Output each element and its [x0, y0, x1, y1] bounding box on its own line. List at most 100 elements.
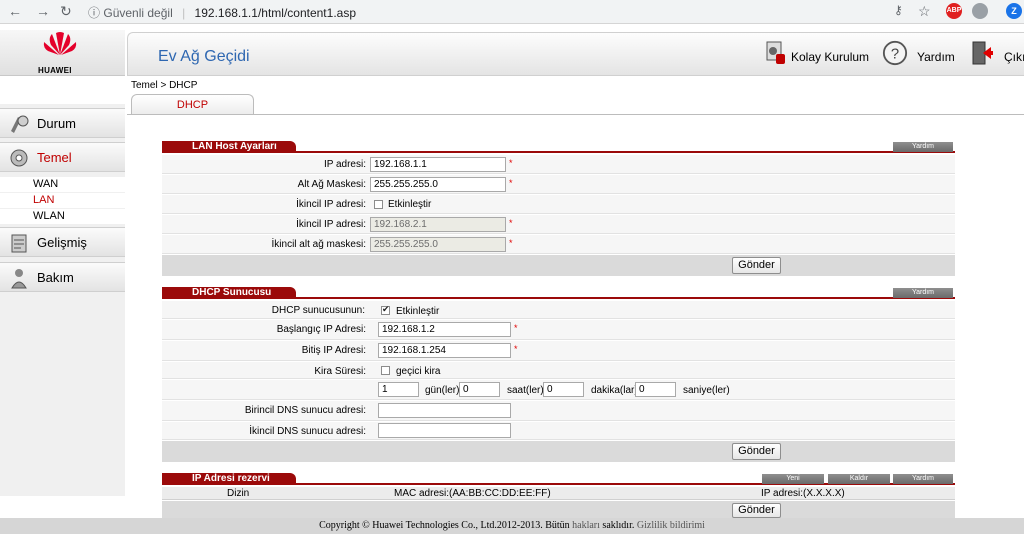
reload-icon[interactable]: ↻	[60, 3, 72, 20]
end-ip-label: Bitiş IP Adresi:	[301, 345, 366, 356]
star-icon[interactable]: ☆	[918, 3, 931, 20]
ip-reservation-section: IP Adresi rezervi Yeni Kaldır Yardım Diz…	[162, 473, 955, 518]
sidebar: Durum Temel WAN LAN WLAN Gelişmiş Bakım	[0, 104, 125, 496]
section-title: IP Adresi rezervi	[162, 473, 296, 485]
dhcp-enable-checkbox[interactable]	[381, 304, 390, 315]
ip-label: IP adresi:	[323, 159, 366, 170]
tab-dhcp[interactable]: DHCP	[131, 94, 254, 115]
sidebar-item-label: Durum	[37, 116, 77, 131]
ip-address-input[interactable]: 192.168.1.1	[370, 157, 506, 172]
sidebar-subitem-wan[interactable]: WAN	[33, 178, 58, 190]
easy-setup-link[interactable]: Kolay Kurulum	[791, 50, 869, 64]
secondary-ip-input[interactable]: 192.168.2.1	[370, 217, 506, 232]
logout-link[interactable]: Çıkış	[1004, 50, 1024, 64]
secondary-ip-checkbox[interactable]	[374, 200, 383, 209]
column-mac: MAC adresi:(AA:BB:CC:DD:EE:FF)	[394, 488, 551, 499]
section-title: LAN Host Ayarları	[162, 141, 296, 153]
sidebar-item-temel[interactable]: Temel	[0, 142, 125, 172]
privacy-link[interactable]: Gizlilik bildirimi	[637, 520, 705, 531]
secondary-mask-label: İkincil alt ağ maskesi:	[271, 239, 366, 250]
sidebar-item-bakim[interactable]: Bakım	[0, 262, 125, 292]
secondary-mask-input[interactable]: 255.255.255.0	[370, 237, 506, 252]
form-footer: Gönder	[162, 441, 955, 462]
sidebar-subitem-wlan[interactable]: WLAN	[33, 210, 65, 222]
secondary-ip-label: İkincil IP adresi:	[296, 199, 366, 210]
lease-minutes-input[interactable]: 0	[543, 382, 584, 397]
help-icon[interactable]: ?	[881, 40, 909, 66]
days-label: gün(ler)	[425, 385, 460, 396]
copyright-text: Copyright © Huawei Technologies Co., Ltd…	[319, 520, 570, 531]
end-ip-input[interactable]: 192.168.1.254	[378, 343, 511, 358]
status-icon	[11, 115, 29, 133]
new-button[interactable]: Yeni	[762, 474, 824, 484]
start-ip-input[interactable]: 192.168.1.2	[378, 322, 511, 337]
required-star: *	[509, 218, 513, 228]
dhcp-server-section: DHCP Sunucusu Yardım DHCP sunucusunun: E…	[162, 287, 955, 462]
logout-icon[interactable]	[971, 40, 993, 66]
table-header: Dizin MAC adresi:(AA:BB:CC:DD:EE:FF) IP …	[162, 487, 955, 500]
form-row: Birincil DNS sunucu adresi:	[162, 401, 955, 421]
seconds-label: saniye(ler)	[683, 385, 730, 396]
help-link[interactable]: Yardım	[917, 50, 955, 64]
dns1-label: Birincil DNS sunucu adresi:	[244, 405, 366, 416]
page-title: Ev Ağ Geçidi	[158, 48, 250, 65]
logo-text: HUAWEI	[38, 66, 72, 75]
form-row: İkincil alt ağ maskesi: 255.255.255.0 *	[162, 235, 955, 254]
form-row: 1 gün(ler) 0 saat(ler) 0 dakika(lar) 0 s…	[162, 380, 955, 400]
mask-label: Alt Ağ Maskesi:	[297, 179, 366, 190]
sidebar-item-gelismis[interactable]: Gelişmiş	[0, 227, 125, 257]
hours-label: saat(ler)	[507, 385, 544, 396]
info-icon[interactable]: ⓘ	[88, 6, 100, 20]
remove-button[interactable]: Kaldır	[828, 474, 890, 484]
svg-text:?: ?	[891, 47, 899, 63]
easy-setup-icon[interactable]	[764, 40, 786, 66]
form-row: İkincil IP adresi: Etkinleştir	[162, 195, 955, 214]
profile-avatar[interactable]: Z	[1006, 3, 1022, 19]
minutes-label: dakika(lar)	[591, 385, 638, 396]
reserve-help-button[interactable]: Yardım	[893, 474, 953, 484]
form-row: DHCP sunucusunun: Etkinleştir	[162, 301, 955, 319]
required-star: *	[514, 344, 518, 354]
rights-text: hakları	[572, 520, 600, 531]
sidebar-item-durum[interactable]: Durum	[0, 108, 125, 138]
lan-help-button[interactable]: Yardım	[893, 142, 953, 152]
primary-dns-input[interactable]	[378, 403, 511, 418]
subnet-mask-input[interactable]: 255.255.255.0	[370, 177, 506, 192]
key-icon[interactable]: ⚷	[894, 3, 903, 17]
adblock-icon[interactable]: ABP	[946, 3, 962, 19]
form-row: Bitiş IP Adresi: 192.168.1.254 *	[162, 341, 955, 361]
form-row: İkincil DNS sunucu adresi:	[162, 422, 955, 440]
huawei-logo-icon	[43, 32, 77, 55]
lease-hours-input[interactable]: 0	[459, 382, 500, 397]
sidebar-item-label: Bakım	[37, 270, 74, 285]
secondary-ip2-label: İkincil IP adresi:	[296, 219, 366, 230]
forward-icon[interactable]: →	[36, 3, 50, 19]
sidebar-item-label: Gelişmiş	[37, 235, 87, 250]
required-star: *	[509, 158, 513, 168]
lease-days-input[interactable]: 1	[378, 382, 419, 397]
dhcp-help-button[interactable]: Yardım	[893, 288, 953, 298]
temp-lease-checkbox[interactable]	[381, 366, 390, 375]
lan-submit-button[interactable]: Gönder	[732, 257, 781, 274]
enable-label: Etkinleştir	[388, 199, 432, 210]
shield-icon[interactable]	[972, 3, 988, 19]
dhcp-server-label: DHCP sunucusunun:	[271, 305, 365, 316]
required-star: *	[514, 323, 518, 333]
reserve-submit-button[interactable]: Gönder	[732, 503, 781, 518]
dhcp-submit-button[interactable]: Gönder	[732, 443, 781, 460]
maintenance-icon	[11, 269, 27, 289]
required-star: *	[509, 238, 513, 248]
form-footer: Gönder	[162, 255, 955, 276]
required-star: *	[509, 178, 513, 188]
form-footer: Gönder	[162, 501, 955, 518]
back-icon[interactable]: ←	[8, 3, 22, 19]
lan-host-section: LAN Host Ayarları Yardım IP adresi: 192.…	[162, 141, 955, 276]
url-text[interactable]: 192.168.1.1/html/content1.asp	[195, 6, 356, 20]
lease-seconds-input[interactable]: 0	[635, 382, 676, 397]
secondary-dns-input[interactable]	[378, 423, 511, 438]
sidebar-subitem-lan[interactable]: LAN	[33, 194, 54, 206]
form-row: Alt Ağ Maskesi: 255.255.255.0 *	[162, 175, 955, 194]
enable-label: Etkinleştir	[396, 306, 440, 317]
advanced-icon	[11, 234, 27, 253]
address-bar[interactable]: ⓘ Güvenli değil | 192.168.1.1/html/conte…	[88, 4, 356, 21]
